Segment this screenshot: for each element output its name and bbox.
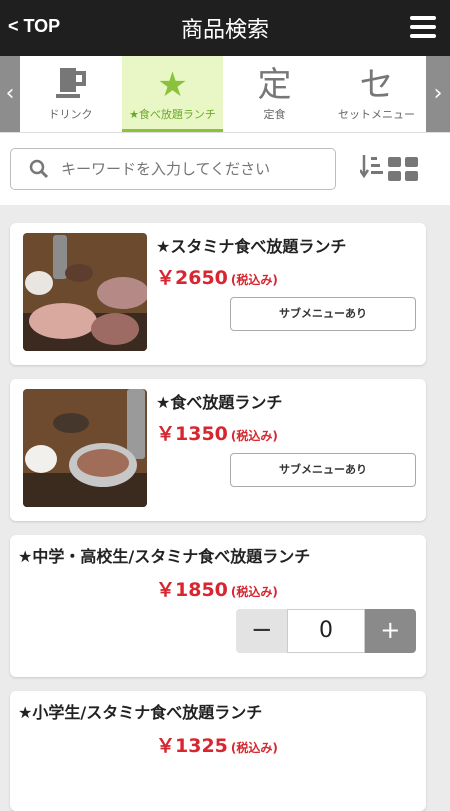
hamburger-menu-icon[interactable]	[410, 16, 436, 38]
tab-label: ドリンク	[48, 108, 93, 121]
product-name: ★中学・高校生/スタミナ食べ放題ランチ	[18, 547, 311, 566]
product-image	[23, 389, 147, 507]
product-card[interactable]: ★小学生/スタミナ食べ放題ランチ ￥1325 (税込み)	[10, 691, 426, 811]
search-icon	[29, 159, 49, 179]
tab-set-meal[interactable]: 定 定食	[224, 56, 325, 132]
product-name: ★小学生/スタミナ食べ放題ランチ	[18, 703, 263, 722]
product-price: ￥1850 (税込み)	[156, 575, 278, 602]
tab-label: 定食	[263, 108, 286, 121]
product-price: ￥1350 (税込み)	[156, 419, 278, 446]
page-title: 商品検索	[180, 18, 269, 43]
tabs-scroll-left-button[interactable]: ‹	[0, 56, 20, 132]
product-card[interactable]: ★中学・高校生/スタミナ食べ放題ランチ ￥1850 (税込み) − 0 +	[10, 535, 426, 677]
tab-label: ★食べ放題ランチ	[129, 108, 216, 121]
price-value: ￥1850	[156, 579, 228, 601]
price-value: ￥2650	[156, 267, 228, 289]
tab-set-menu[interactable]: セ セットメニュー	[326, 56, 427, 132]
price-value: ￥1350	[156, 423, 228, 445]
product-name: ★スタミナ食べ放題ランチ	[156, 237, 347, 256]
increase-quantity-button[interactable]: +	[364, 609, 416, 653]
app-header: < TOP 商品検索	[0, 0, 450, 56]
sort-icon[interactable]	[360, 153, 384, 179]
search-input[interactable]	[59, 159, 323, 179]
price-value: ￥1325	[156, 735, 228, 757]
tax-note: (税込み)	[230, 585, 278, 599]
submenu-button[interactable]: サブメニューあり	[230, 297, 416, 331]
submenu-button[interactable]: サブメニューあり	[230, 453, 416, 487]
product-image	[23, 233, 147, 351]
product-card[interactable]: ★スタミナ食べ放題ランチ ￥2650 (税込み) サブメニューあり	[10, 223, 426, 365]
star-icon: ★	[157, 65, 188, 105]
search-field[interactable]	[10, 148, 336, 190]
category-tabs: ‹ ドリンク ★ ★食べ放題ランチ 定 定食 セ セットメニュー ›	[0, 56, 450, 133]
tax-note: (税込み)	[230, 741, 278, 755]
tab-glyph: セ	[359, 65, 394, 105]
tax-note: (税込み)	[230, 273, 278, 287]
product-card[interactable]: ★食べ放題ランチ ￥1350 (税込み) サブメニューあり	[10, 379, 426, 521]
decrease-quantity-button[interactable]: −	[236, 609, 288, 653]
tab-label: セットメニュー	[338, 108, 415, 121]
product-price: ￥1325 (税込み)	[156, 731, 278, 758]
tab-all-you-can-eat-lunch[interactable]: ★ ★食べ放題ランチ	[122, 56, 223, 132]
quantity-stepper: − 0 +	[236, 609, 416, 653]
tab-glyph: 定	[257, 65, 292, 105]
grid-view-icon[interactable]	[388, 157, 418, 181]
quantity-value[interactable]: 0	[287, 609, 365, 653]
product-price: ￥2650 (税込み)	[156, 263, 278, 290]
tax-note: (税込み)	[230, 429, 278, 443]
product-name: ★食べ放題ランチ	[156, 393, 283, 412]
tabs-scroll-right-button[interactable]: ›	[426, 56, 450, 132]
tab-drink[interactable]: ドリンク	[20, 56, 121, 132]
drink-icon	[20, 64, 121, 106]
